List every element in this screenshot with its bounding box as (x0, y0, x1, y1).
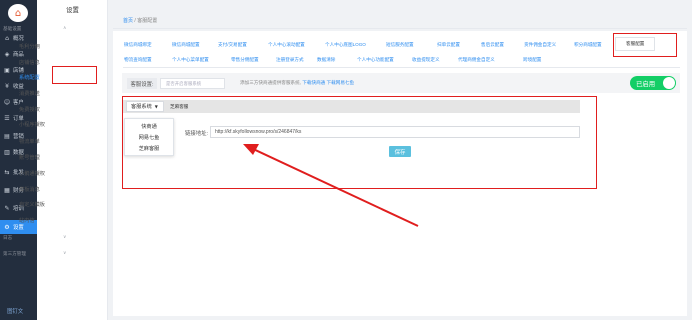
arrow-shaft (250, 147, 419, 227)
annotation-arrow (243, 144, 419, 227)
arrow-head (243, 144, 259, 155)
